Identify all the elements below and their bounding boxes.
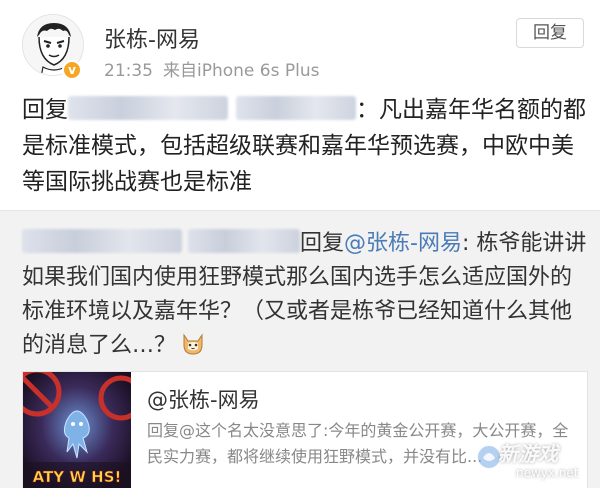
card-description: 回复@这个名太没意思了:今年的黄金公开赛，大公开赛，全民实力赛，都将继续使用狂野… bbox=[147, 421, 569, 466]
blurred-username bbox=[22, 229, 182, 253]
post-source: 来自iPhone 6s Plus bbox=[163, 61, 320, 81]
quoted-text: 回复@张栋-网易: 栋爷能讲讲如果我们国内使用狂野模式那么国内选手怎么适应国外的… bbox=[22, 227, 588, 363]
card-title[interactable]: @张栋-网易 bbox=[147, 384, 260, 414]
post-body: 回复 ：凡出嘉年华名额的都是标准模式，包括超级联赛和嘉年华预选赛，中欧中美等国际挑… bbox=[22, 92, 592, 200]
hearthstone-thumbnail-icon: ATY W HS! bbox=[23, 372, 131, 488]
cat-emoji-icon bbox=[183, 333, 203, 355]
post-meta: 21:35 来自iPhone 6s Plus bbox=[104, 56, 319, 81]
reply-prefix: 回复 bbox=[22, 97, 68, 123]
mention-link[interactable]: @张栋-网易 bbox=[344, 231, 462, 256]
blurred-username bbox=[188, 229, 300, 253]
thumb-text: ATY W HS! bbox=[33, 468, 122, 486]
quoted-reply-prefix: 回复 bbox=[300, 231, 345, 256]
linked-post-card[interactable]: ATY W HS! @张栋-网易 回复@这个名太没意思了:今年的黄金公开赛，大公… bbox=[22, 371, 588, 488]
reply-button[interactable]: 回复 bbox=[516, 18, 584, 48]
quoted-post[interactable]: 回复@张栋-网易: 栋爷能讲讲如果我们国内使用狂野模式那么国内选手怎么适应国外的… bbox=[0, 210, 600, 488]
card-thumbnail: ATY W HS! bbox=[23, 372, 131, 488]
blurred-username bbox=[236, 96, 356, 120]
author-name[interactable]: 张栋-网易 bbox=[104, 22, 200, 54]
post-header: v 张栋-网易 21:35 来自iPhone 6s Plus 回复 bbox=[0, 0, 600, 92]
post-time: 21:35 bbox=[104, 61, 153, 81]
blurred-username bbox=[68, 96, 228, 120]
verified-badge-icon: v bbox=[62, 60, 82, 80]
